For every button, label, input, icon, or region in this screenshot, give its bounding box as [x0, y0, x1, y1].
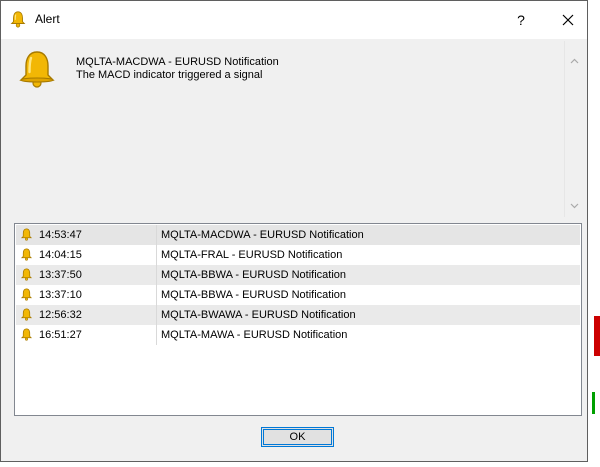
- list-item[interactable]: 14:53:47 MQLTA-MACDWA - EURUSD Notificat…: [16, 225, 580, 245]
- alert-text: MQLTA-MACDWA - EURUSD Notification: [161, 229, 364, 241]
- scroll-up-icon[interactable]: [565, 53, 584, 70]
- alert-time: 14:04:15: [39, 249, 82, 261]
- bell-icon: [20, 308, 33, 321]
- alert-time: 14:53:47: [39, 229, 82, 241]
- alert-text: MQLTA-MAWA - EURUSD Notification: [161, 329, 348, 341]
- alert-text: MQLTA-BBWA - EURUSD Notification: [161, 269, 346, 281]
- column-divider: [156, 245, 157, 265]
- bell-icon: [20, 288, 33, 301]
- close-icon: [562, 14, 574, 26]
- list-item[interactable]: 12:56:32 MQLTA-BWAWA - EURUSD Notificati…: [16, 305, 580, 325]
- ok-button[interactable]: OK: [261, 427, 334, 447]
- column-divider: [156, 225, 157, 245]
- window-title: Alert: [35, 12, 60, 26]
- bell-icon: [19, 51, 55, 88]
- list-item[interactable]: 14:04:15 MQLTA-FRAL - EURUSD Notificatio…: [16, 245, 580, 265]
- message-body: The MACD indicator triggered a signal: [76, 69, 263, 81]
- column-divider: [156, 265, 157, 285]
- column-divider: [156, 285, 157, 305]
- alert-text: MQLTA-FRAL - EURUSD Notification: [161, 249, 343, 261]
- message-panel: MQLTA-MACDWA - EURUSD Notification The M…: [10, 41, 584, 217]
- close-button[interactable]: [549, 1, 587, 39]
- bell-icon: [20, 328, 33, 341]
- alert-time: 13:37:50: [39, 269, 82, 281]
- bell-icon: [20, 268, 33, 281]
- list-item[interactable]: 13:37:50 MQLTA-BBWA - EURUSD Notificatio…: [16, 265, 580, 285]
- bell-icon: [10, 11, 26, 28]
- scroll-down-icon[interactable]: [565, 198, 584, 215]
- alert-dialog: Alert ? MQLTA-MACDWA - EURUSD Notificati…: [0, 0, 588, 462]
- help-button[interactable]: ?: [506, 1, 536, 39]
- chart-candle-red: [594, 316, 600, 356]
- column-divider: [156, 325, 157, 345]
- alert-text: MQLTA-BWAWA - EURUSD Notification: [161, 309, 356, 321]
- column-divider: [156, 305, 157, 325]
- alert-time: 13:37:10: [39, 289, 82, 301]
- list-item[interactable]: 16:51:27 MQLTA-MAWA - EURUSD Notificatio…: [16, 325, 580, 345]
- alert-text: MQLTA-BBWA - EURUSD Notification: [161, 289, 346, 301]
- bell-icon: [20, 248, 33, 261]
- background-chart-strip: [588, 0, 600, 467]
- message-title: MQLTA-MACDWA - EURUSD Notification: [76, 56, 279, 68]
- alert-history-list[interactable]: 14:53:47 MQLTA-MACDWA - EURUSD Notificat…: [14, 223, 582, 416]
- message-scrollbar[interactable]: [564, 41, 584, 217]
- alert-time: 16:51:27: [39, 329, 82, 341]
- list-item[interactable]: 13:37:10 MQLTA-BBWA - EURUSD Notificatio…: [16, 285, 580, 305]
- chart-candle-green: [592, 392, 595, 414]
- alert-time: 12:56:32: [39, 309, 82, 321]
- bell-icon: [20, 228, 33, 241]
- title-bar[interactable]: Alert ?: [1, 1, 587, 39]
